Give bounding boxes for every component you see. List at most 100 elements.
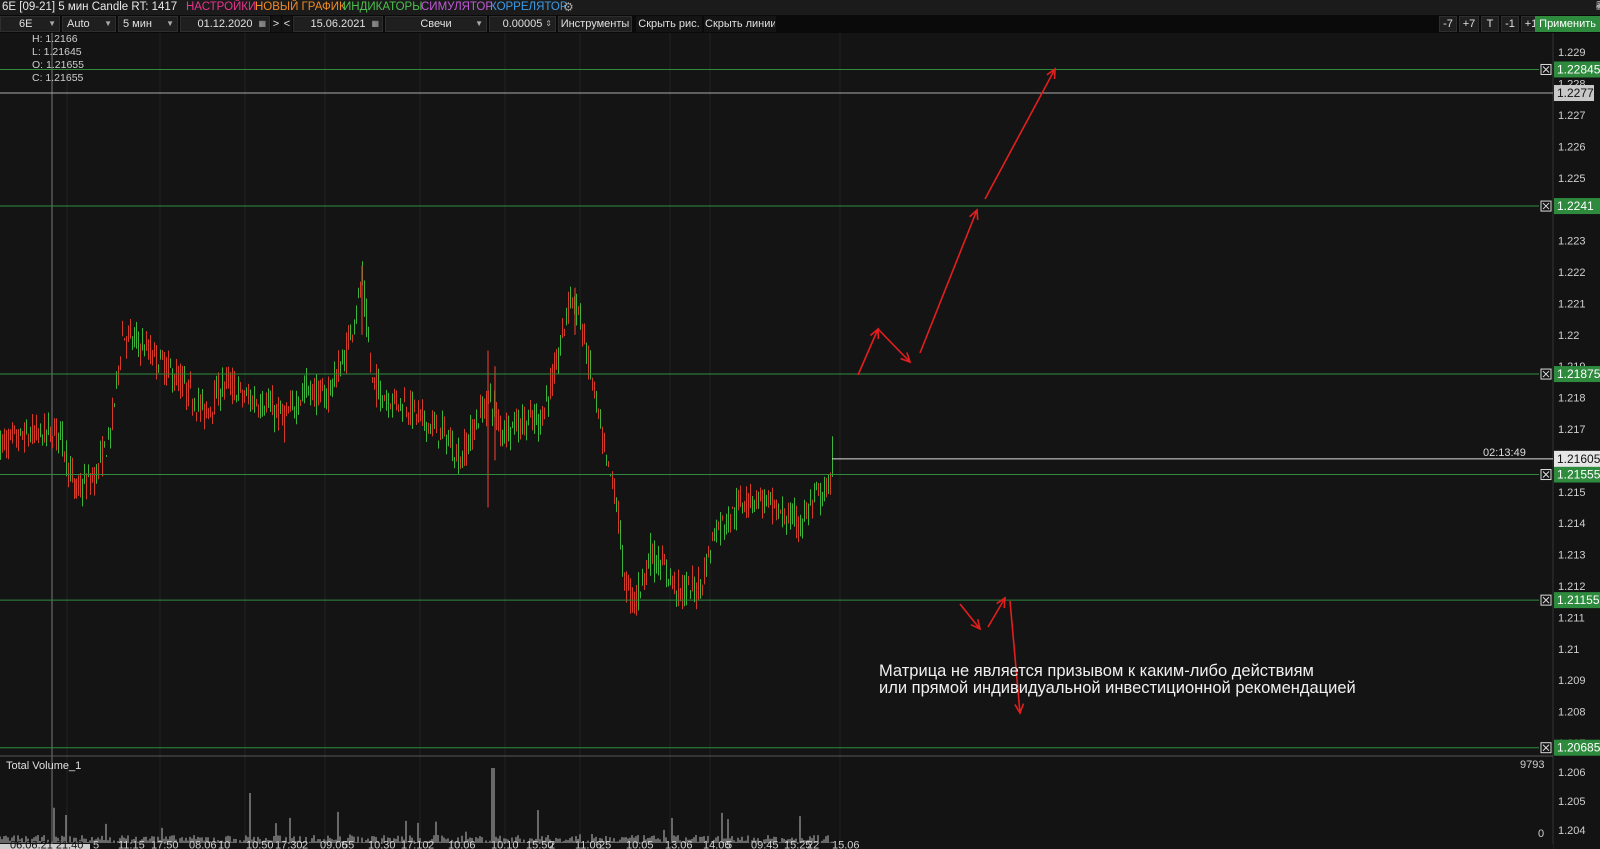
y-tick-label: 1.22	[1558, 330, 1579, 342]
date-from-input[interactable]: 01.12.2020 ▦	[180, 16, 270, 32]
chart-type-value: Свечи	[420, 18, 452, 30]
y-tick-label: 1.217	[1558, 424, 1586, 436]
x-tick-label: 08.06	[189, 840, 217, 849]
level-price-label: 1.20685	[1557, 741, 1600, 755]
level-price-label: 1.21875	[1557, 367, 1600, 381]
gears-icon[interactable]: ⚙	[563, 0, 574, 14]
ohlc-close: C: 1.21655	[32, 72, 84, 84]
x-tick-label: 10	[218, 840, 230, 849]
apply-button[interactable]: Применить	[1535, 16, 1600, 32]
price-marker-label: 1.2277	[1557, 86, 1594, 100]
date-to-value: 15.06.2021	[310, 18, 366, 30]
zoom-t-button[interactable]: T	[1481, 16, 1499, 32]
x-tick-label: 10:50	[246, 840, 274, 849]
x-tick-label: 11:15	[118, 840, 145, 849]
chevron-down-icon: ▼	[104, 19, 112, 28]
y-tick-label: 1.21	[1558, 644, 1579, 656]
zoom-plus7-button[interactable]: +7	[1459, 16, 1479, 32]
price-chart[interactable]: 1.2291.2281.2271.2261.2251.2241.2231.222…	[0, 33, 1600, 849]
hide-drawings-button[interactable]: Скрыть рис.	[636, 16, 702, 32]
ohlc-high: H: 1.2166	[32, 33, 78, 45]
y-tick-label: 1.218	[1558, 393, 1586, 405]
disclaimer-line-2: или прямой индивидуальной инвестиционной…	[879, 679, 1356, 697]
y-tick-label: 1.223	[1558, 236, 1586, 248]
x-tick-label: 2	[302, 840, 308, 849]
menu-simulator[interactable]: СИМУЛЯТОР	[421, 0, 493, 14]
x-tick-label: 55	[342, 840, 354, 849]
title-bar: 6E [09-21] 5 мин Candle RT: 1417 НАСТРОЙ…	[0, 0, 1600, 15]
tick-size-stepper[interactable]: 0.00005 ⇕	[489, 16, 556, 32]
disclaimer-line-1: Матрица не является призывом к каким-либ…	[879, 662, 1314, 680]
x-tick-label: 17:10	[401, 840, 429, 849]
menu-indicators[interactable]: ИНДИКАТОРЫ	[343, 0, 422, 14]
toolbar: 6E ▼ Auto ▼ 5 мин ▼ 01.12.2020 ▦ > < 15.06.2…	[0, 15, 1600, 33]
instruments-button[interactable]: Инструменты	[558, 16, 632, 32]
x-tick-label: 09:45	[751, 840, 779, 849]
y-tick-label: 1.225	[1558, 173, 1586, 185]
x-tick-label: 10.06	[448, 840, 476, 849]
calendar-icon[interactable]: ▦	[371, 17, 379, 31]
menu-new-chart[interactable]: НОВЫЙ ГРАФИК	[255, 0, 346, 14]
nav-next-button[interactable]: >	[271, 16, 281, 32]
menu-settings[interactable]: НАСТРОЙКИ	[186, 0, 256, 14]
y-tick-label: 1.213	[1558, 550, 1586, 562]
scale-value: Auto	[67, 18, 90, 30]
tick-size-value: 0.00005	[502, 18, 543, 30]
x-tick-label: 17:30	[275, 840, 303, 849]
disclaimer-text: Матрица не является призывом к каким-либ…	[879, 663, 1356, 697]
ohlc-open: O: 1.21655	[32, 59, 84, 71]
y-tick-label: 1.227	[1558, 110, 1586, 122]
chart-type-select[interactable]: Свечи ▼	[385, 16, 487, 32]
x-tick-label: 10:30	[368, 840, 396, 849]
date-to-input[interactable]: 15.06.2021 ▦	[293, 16, 383, 32]
ohlc-low: L: 1.21645	[32, 46, 82, 58]
chevron-down-icon: ▼	[166, 19, 174, 28]
volume-max-label: 9793	[1520, 759, 1544, 771]
zoom-minus1-button[interactable]: -1	[1501, 16, 1519, 32]
chevron-down-icon: ▼	[475, 19, 483, 28]
x-tick-label: 10:10	[491, 840, 519, 849]
y-tick-label: 1.229	[1558, 47, 1586, 59]
ohlc-readout: H: 1.2166 L: 1.21645 O: 1.21655 C: 1.216…	[32, 33, 84, 85]
volume-axis-tick: 1.205	[1558, 796, 1586, 808]
volume-title: Total Volume_1	[6, 760, 81, 772]
instrument-title: 6E [09-21] 5 мин Candle RT: 1417	[2, 1, 178, 13]
close-icon[interactable]: ✕	[1596, 0, 1600, 14]
y-tick-label: 1.211	[1558, 612, 1585, 624]
volume-min-label: 0	[1538, 828, 1544, 840]
x-tick-label: 13.06	[665, 840, 693, 849]
x-tick-label: 10:05	[626, 840, 654, 849]
level-price-label: 1.2241	[1557, 199, 1594, 213]
y-tick-label: 1.222	[1558, 267, 1586, 279]
x-tick-label: 11.06	[575, 840, 602, 849]
x-tick-label: 5	[93, 840, 99, 849]
y-tick-label: 1.221	[1558, 298, 1586, 310]
volume-axis-tick: 1.206	[1558, 767, 1586, 779]
calendar-icon[interactable]: ▦	[258, 17, 266, 31]
x-tick-label: 2	[428, 840, 434, 849]
stepper-arrows-icon[interactable]: ⇕	[545, 17, 552, 31]
nav-prev-button[interactable]: <	[282, 16, 292, 32]
x-tick-label: 15.06	[832, 840, 860, 849]
x-tick-label: 2	[549, 840, 555, 849]
x-tick-label: 17:50	[151, 840, 179, 849]
volume-axis-tick: 1.204	[1558, 825, 1586, 837]
scale-select[interactable]: Auto ▼	[62, 16, 116, 32]
x-tick-label: 5	[726, 840, 732, 849]
y-tick-label: 1.226	[1558, 141, 1586, 153]
hide-lines-button[interactable]: Скрыть линии	[704, 16, 776, 32]
y-tick-label: 1.212	[1558, 581, 1586, 593]
y-tick-label: 1.209	[1558, 675, 1586, 687]
y-tick-label: 1.214	[1558, 518, 1586, 530]
x-tick-label: 25	[599, 840, 611, 849]
symbol-select[interactable]: 6E ▼	[0, 16, 60, 32]
y-tick-label: 1.215	[1558, 487, 1586, 499]
menu-correlator[interactable]: КОРРЕЛЯТОР	[490, 0, 568, 14]
symbol-value: 6E	[19, 18, 33, 30]
zoom-minus7-button[interactable]: -7	[1439, 16, 1457, 32]
timeframe-select[interactable]: 5 мин ▼	[118, 16, 178, 32]
current-price-label: 1.21605	[1557, 452, 1600, 466]
chevron-down-icon: ▼	[48, 19, 56, 28]
y-tick-label: 1.208	[1558, 707, 1586, 719]
level-price-label: 1.22845	[1557, 62, 1600, 76]
